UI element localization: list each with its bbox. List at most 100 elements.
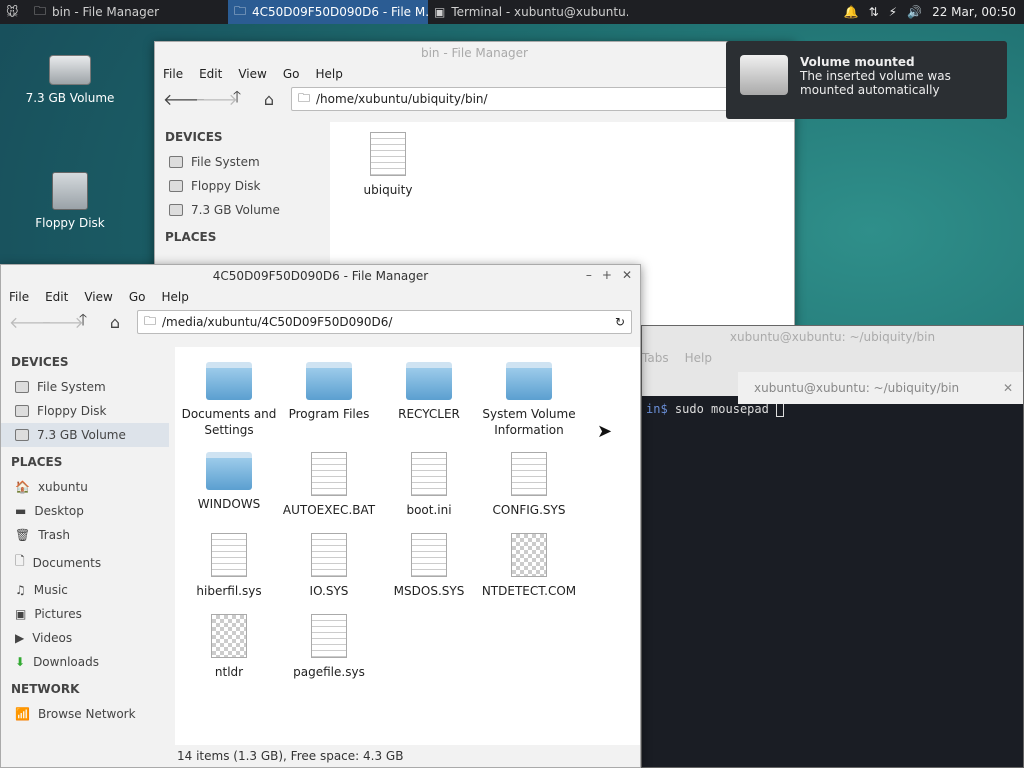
clock[interactable]: 22 Mar, 00:50 [932,5,1016,19]
notification-title: Volume mounted [800,55,915,69]
bell-icon[interactable]: 🔔 [844,5,859,19]
file-name: CONFIG.SYS [492,503,566,517]
desktop-icon-floppy[interactable]: Floppy Disk [15,172,125,230]
music-icon: ♫ [15,583,26,597]
sidebar-item-downloads[interactable]: ⬇ Downloads [1,650,169,674]
file-item[interactable]: hiberfil.sys [179,533,279,599]
home-icon[interactable]: ⌂ [105,313,125,332]
drive-icon [169,156,183,168]
documents-icon: 🗋 [15,554,25,568]
file-item[interactable]: IO.SYS [279,533,379,599]
menu-help[interactable]: Help [685,351,712,365]
file-name: ntldr [214,665,244,679]
folder-icon: 🗀 [234,3,247,18]
desktop-icon-volume[interactable]: 7.3 GB Volume [15,55,125,105]
folder-icon: 🗀 [144,313,157,328]
desktop-icon: ▬ [15,504,27,518]
file-view: Documents and Settings Program Files RECYC… [175,347,640,745]
menu-edit[interactable]: Edit [45,290,68,304]
sidebar-item-volume[interactable]: 7.3 GB Volume [155,198,325,222]
file-name: pagefile.sys [293,665,365,679]
file-name: WINDOWS [197,497,261,511]
menu-file[interactable]: File [9,290,29,304]
trash-icon: 🗑 [15,528,31,542]
notification[interactable]: Volume mounted The inserted volume was mo… [726,41,1007,119]
file-item[interactable]: WINDOWS [179,452,279,512]
document-icon [411,452,447,496]
up-icon[interactable]: 🡑 [227,86,247,113]
task-fm-bin[interactable]: 🗀 bin - File Manager [28,0,228,24]
reload-icon[interactable]: ↻ [615,315,625,329]
sidebar-item-pictures[interactable]: ▣ Pictures [1,602,169,626]
file-item[interactable]: NTDETECT.COM [479,533,579,599]
menu-view[interactable]: View [84,290,112,304]
close-icon[interactable]: ✕ [1003,381,1023,395]
app-menu-button[interactable]: 🐭 [0,0,28,24]
file-item[interactable]: Program Files [279,362,379,422]
wifi-icon: 📶 [15,707,30,721]
file-item[interactable]: System Volume Information [479,362,579,438]
back-icon[interactable]: 🡐 [9,312,52,332]
menu-edit[interactable]: Edit [199,67,222,81]
terminal-header: xubuntu@xubuntu: ~/ubiquity/bin Tabs Help… [642,326,1023,404]
document-icon [311,452,347,496]
menu-help[interactable]: Help [315,67,342,81]
sidebar-item-trash[interactable]: 🗑 Trash [1,523,169,547]
power-icon[interactable]: ⚡ [889,5,897,19]
minimize-icon[interactable]: – [586,268,592,282]
menu-help[interactable]: Help [161,290,188,304]
sidebar-item-music[interactable]: ♫ Music [1,578,169,602]
document-icon [311,533,347,577]
home-icon[interactable]: ⌂ [259,90,279,109]
menu-tabs[interactable]: Tabs [642,351,669,365]
file-item[interactable]: CONFIG.SYS [479,452,579,518]
drive-icon [15,381,29,393]
file-item[interactable]: pagefile.sys [279,614,379,680]
sidebar-item-floppy[interactable]: Floppy Disk [1,399,169,423]
file-item[interactable]: Documents and Settings [179,362,279,438]
file-item[interactable]: AUTOEXEC.BAT [279,452,379,518]
network-icon[interactable]: ⇅ [869,5,879,19]
window-title: bin - File Manager [420,46,528,60]
back-icon[interactable]: 🡐 [163,89,206,109]
menu-go[interactable]: Go [129,290,146,304]
folder-icon [306,362,352,400]
sidebar-item-home[interactable]: 🏠 xubuntu [1,475,169,499]
sidebar-item-documents[interactable]: 🗋 Documents [1,547,169,578]
menu-view[interactable]: View [238,67,266,81]
location-bar[interactable]: 🗀/media/xubuntu/4C50D09F50D090D6/↻ [137,310,632,334]
sidebar-item-volume[interactable]: 7.3 GB Volume [1,423,169,447]
close-icon[interactable]: ✕ [622,268,632,282]
sidebar-item-filesystem[interactable]: File System [1,375,169,399]
top-panel: 🐭 🗀 bin - File Manager 🗀 4C50D09F50D090D6 … [0,0,1024,24]
menu-file[interactable]: File [163,67,183,81]
volume-icon[interactable]: 🔊 [907,5,922,19]
file-item[interactable]: ntldr [179,614,279,680]
maximize-icon[interactable]: + [602,268,612,282]
forward-icon[interactable]: 🡒 [41,312,84,332]
menu-go[interactable]: Go [283,67,300,81]
location-bar[interactable]: 🗀/home/xubuntu/ubiquity/bin/ [291,87,786,111]
file-name: AUTOEXEC.BAT [282,503,376,517]
sidebar-item-floppy[interactable]: Floppy Disk [155,174,325,198]
file-item[interactable]: MSDOS.SYS [379,533,479,599]
mouse-pointer-icon: ➤ [597,421,613,442]
forward-icon[interactable]: 🡒 [195,89,238,109]
document-icon [211,614,247,658]
task-terminal[interactable]: ▣ Terminal - xubuntu@xubuntu... [428,0,628,24]
terminal-tab[interactable]: xubuntu@xubuntu: ~/ubiquity/bin ✕ [738,372,1023,404]
file-item[interactable]: boot.ini [379,452,479,518]
network-heading: NETWORK [11,682,80,696]
sidebar-item-filesystem[interactable]: File System [155,150,325,174]
sidebar-item-network[interactable]: 📶 Browse Network [1,702,169,726]
folder-icon [206,362,252,400]
sidebar-item-videos[interactable]: ▶ Videos [1,626,169,650]
sidebar-item-desktop[interactable]: ▬ Desktop [1,499,169,523]
file-name: System Volume Information [482,407,576,437]
document-icon [511,533,547,577]
task-fm-volume[interactable]: 🗀 4C50D09F50D090D6 - File M... [228,0,428,24]
file-item[interactable]: RECYCLER [379,362,479,422]
floppy-icon [52,172,88,210]
file-item[interactable]: ubiquity [338,132,438,198]
up-icon[interactable]: 🡑 [73,309,93,336]
